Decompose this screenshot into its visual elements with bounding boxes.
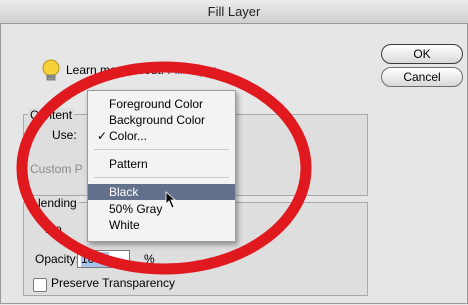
use-label: Use:	[52, 128, 77, 142]
ok-button[interactable]: OK	[381, 44, 463, 64]
contents-group-label: Content	[28, 108, 75, 122]
opacity-unit: %	[144, 252, 155, 266]
menu-item-label: 50% Gray	[109, 202, 163, 216]
window-title-bar: Fill Layer	[0, 0, 468, 24]
opacity-input[interactable]: 100	[77, 250, 130, 268]
menu-item-white[interactable]: White	[88, 217, 235, 233]
help-link-fill-layer[interactable]: Fill Layer	[167, 63, 216, 77]
menu-item-label: White	[109, 218, 140, 232]
menu-item-label: Foreground Color	[109, 97, 204, 111]
preserve-transparency-checkbox[interactable]	[33, 278, 47, 292]
menu-item-foreground-color[interactable]: Foreground Color	[88, 96, 235, 112]
menu-separator	[94, 177, 229, 178]
menu-item-background-color[interactable]: Background Color	[88, 112, 235, 128]
menu-item-label: Background Color	[109, 113, 206, 127]
custom-pattern-label: Custom P	[30, 162, 83, 176]
menu-item-color[interactable]: ✓ Color...	[88, 128, 235, 144]
menu-item-black[interactable]: Black	[88, 184, 235, 200]
preserve-transparency-label: Preserve Transparency	[51, 276, 176, 290]
menu-item-pattern[interactable]: Pattern	[88, 156, 235, 172]
checkmark-icon: ✓	[97, 129, 108, 143]
lightbulb-icon	[42, 59, 60, 81]
menu-separator	[94, 149, 229, 150]
use-dropdown-menu: Foreground Color Background Color ✓ Color…	[87, 90, 236, 242]
blending-group-label: lending	[36, 196, 79, 210]
help-prefix: Learn more about:	[66, 63, 165, 77]
menu-item-label: Color...	[109, 129, 148, 143]
opacity-value: 100	[81, 252, 109, 267]
menu-item-label: Black	[109, 185, 139, 199]
menu-item-label: Pattern	[109, 157, 148, 171]
help-text: Learn more about: Fill Layer	[66, 63, 216, 77]
menu-item-50-gray[interactable]: 50% Gray	[88, 201, 235, 217]
cancel-button[interactable]: Cancel	[381, 67, 463, 87]
window-title: Fill Layer	[207, 4, 261, 19]
opacity-label: Opacity:	[35, 252, 80, 266]
mode-label: Mo	[45, 222, 62, 236]
